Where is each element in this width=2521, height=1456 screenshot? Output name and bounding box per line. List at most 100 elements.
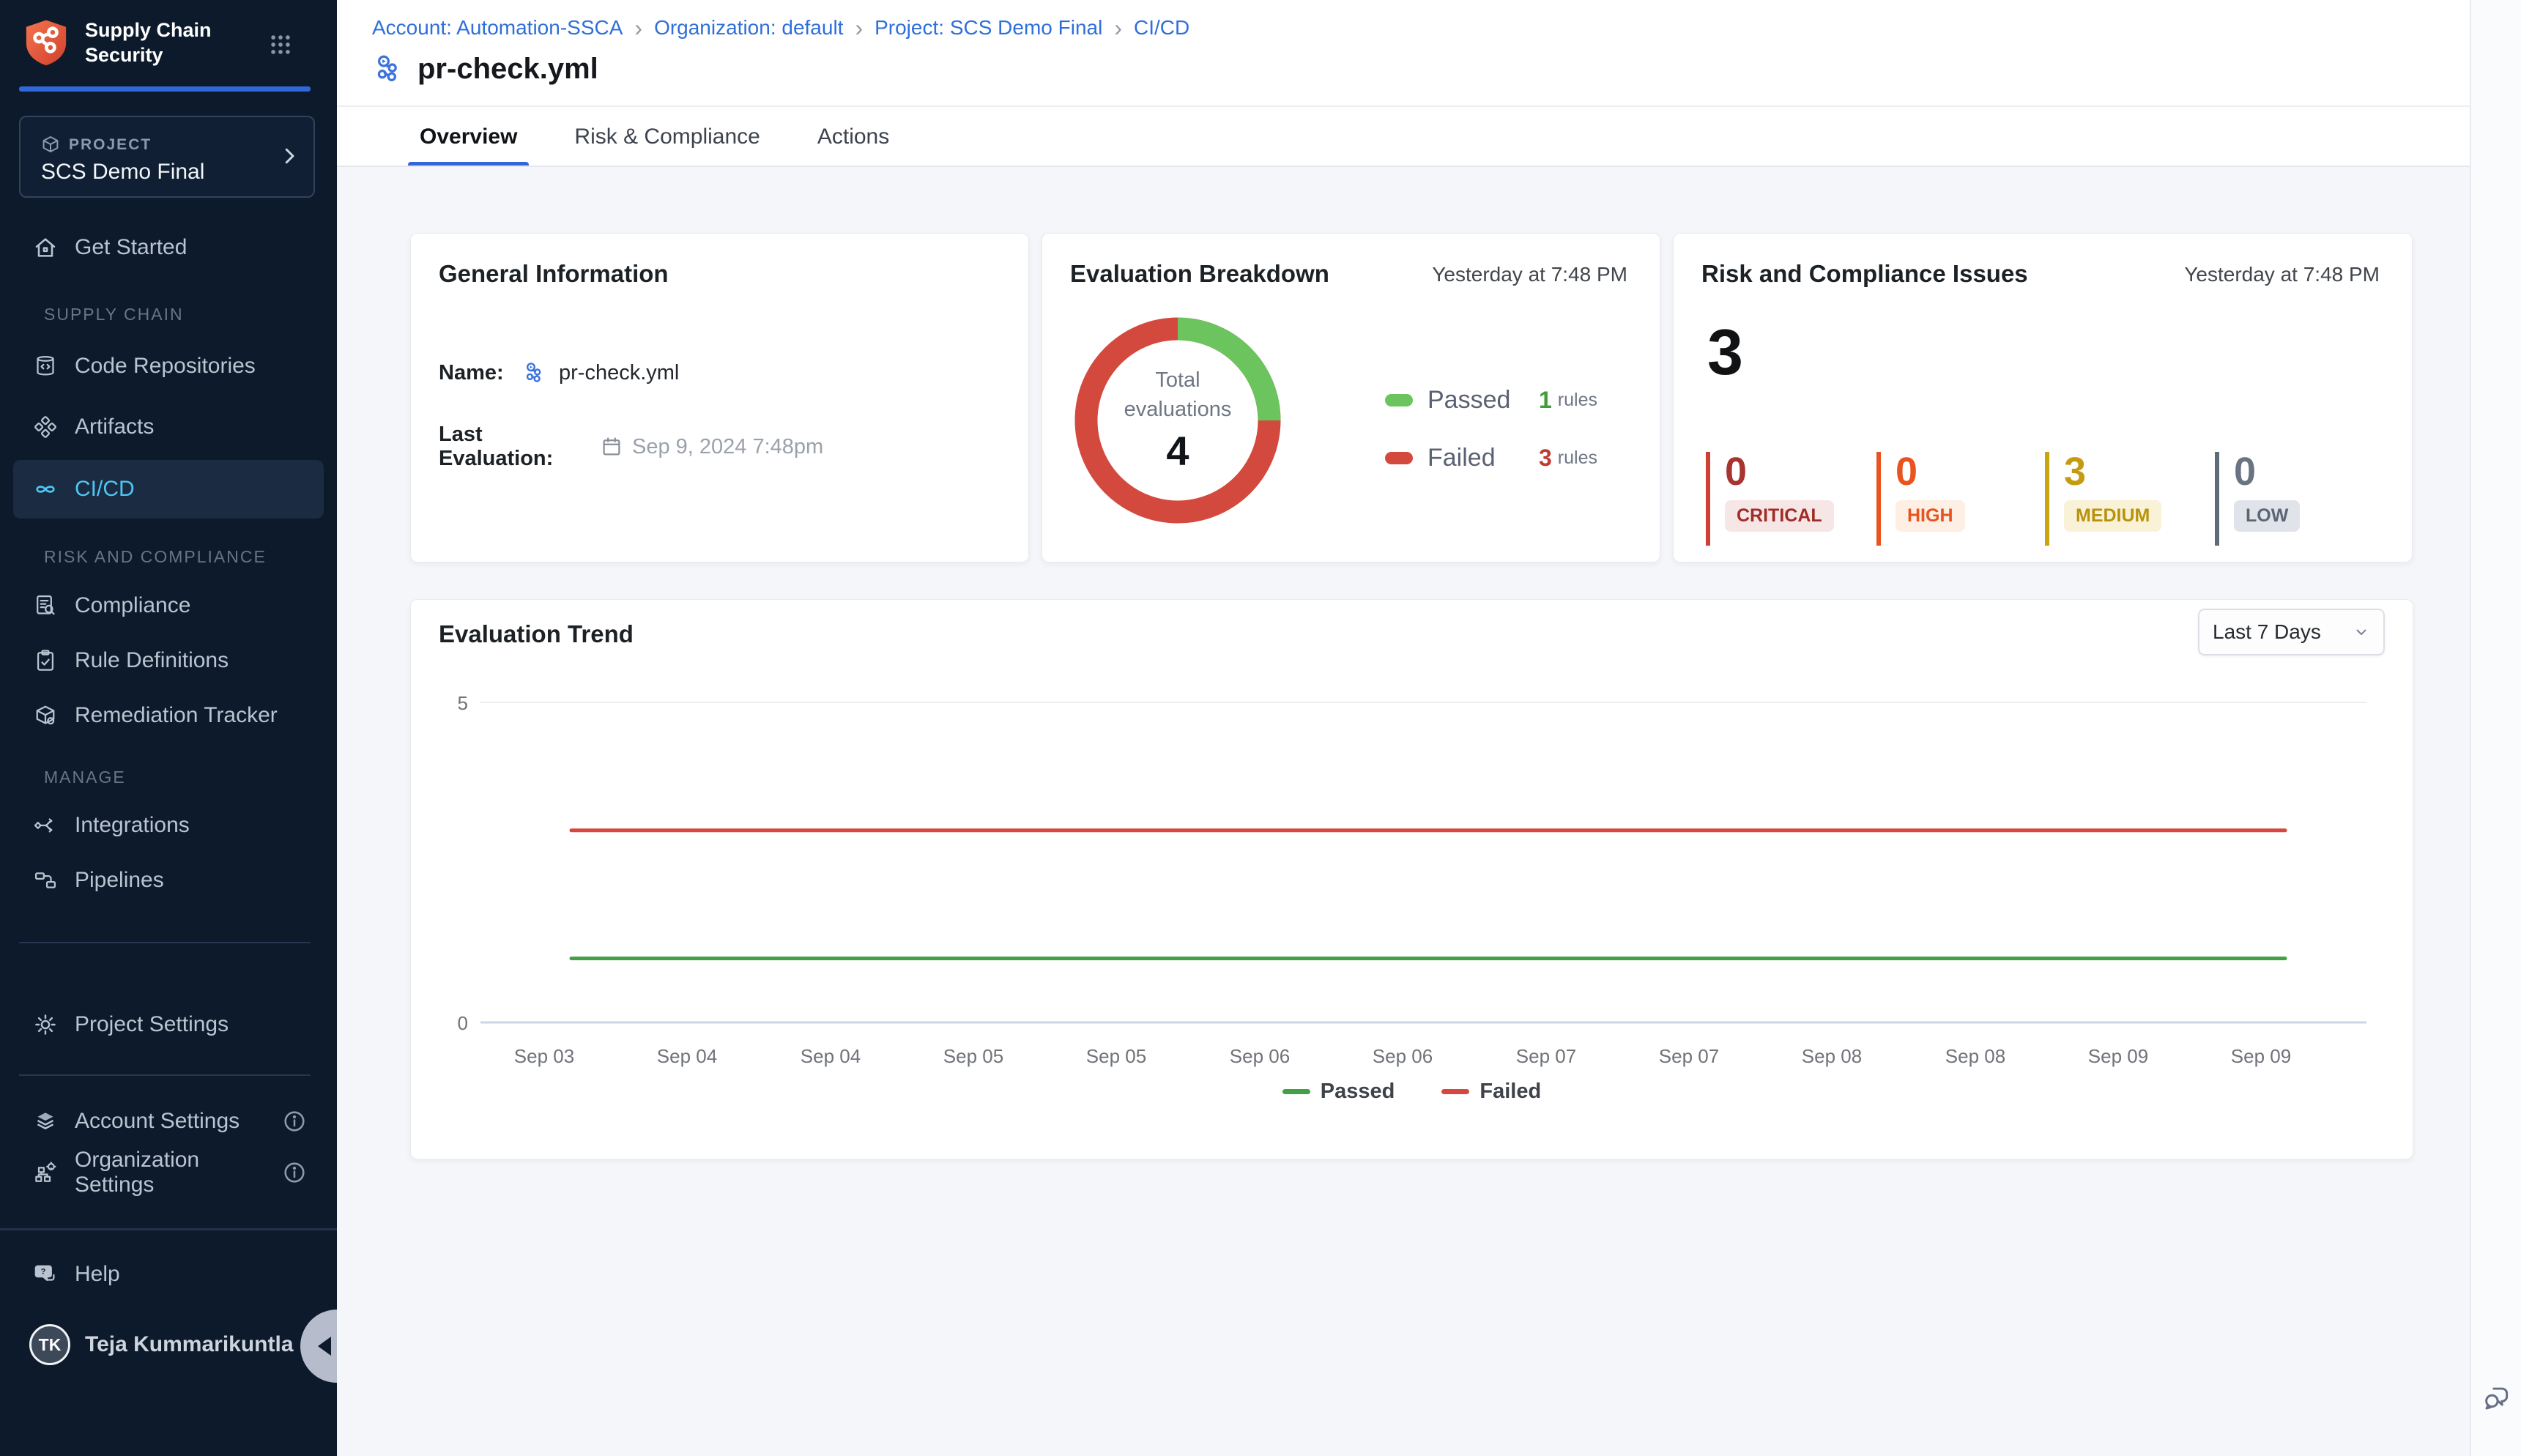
avatar: TK	[29, 1324, 70, 1365]
module-accent-line	[19, 86, 311, 92]
card-timestamp: Yesterday at 7:48 PM	[1432, 263, 1627, 286]
severity-critical: 0 CRITICAL	[1706, 452, 1834, 546]
legend-unit: rules	[1558, 447, 1597, 469]
breadcrumb-separator: ›	[623, 16, 654, 40]
project-selector[interactable]: PROJECT SCS Demo Final	[19, 116, 315, 198]
sidebar-item-cicd[interactable]: CI/CD	[13, 460, 324, 519]
main-area: Account: Automation-SSCA › Organization:…	[337, 0, 2470, 1456]
card-title: Risk and Compliance Issues	[1701, 260, 2028, 288]
x-axis-tick-label: Sep 05	[1086, 1045, 1146, 1067]
x-axis-tick-label: Sep 08	[1945, 1045, 2005, 1067]
time-range-select[interactable]: Last 7 Days	[2198, 609, 2385, 655]
sidebar-item-code-repositories[interactable]: Code Repositories	[13, 337, 324, 395]
evaluation-trend-card: Evaluation Trend Last 7 Days 5 0 Sep 03 …	[410, 599, 2413, 1159]
sidebar-item-organization-settings[interactable]: Organization Settings	[13, 1143, 324, 1202]
help-chat-icon: ?	[32, 1261, 59, 1288]
tab-risk-and-compliance[interactable]: Risk & Compliance	[563, 107, 771, 167]
legend-label: Passed	[1321, 1080, 1395, 1104]
sidebar-item-pipelines[interactable]: Pipelines	[13, 851, 324, 910]
legend-label: Failed	[1479, 1080, 1541, 1104]
sidebar-item-help[interactable]: ? Help	[13, 1245, 324, 1304]
breadcrumb-cicd[interactable]: CI/CD	[1134, 16, 1189, 40]
sidebar-item-artifacts[interactable]: Artifacts	[13, 398, 324, 456]
sidebar-footer-divider	[0, 1228, 337, 1230]
general-information-card: General Information Name: pr-check.yml L…	[410, 233, 1029, 562]
svg-text:?: ?	[41, 1267, 46, 1276]
sidebar-item-get-started[interactable]: Get Started	[13, 218, 324, 277]
severity-count: 3	[2064, 452, 2161, 491]
breadcrumb-account[interactable]: Account: Automation-SSCA	[372, 16, 623, 40]
chat-support-icon[interactable]	[2481, 1383, 2512, 1414]
severity-badge: CRITICAL	[1725, 500, 1834, 532]
gear-icon	[32, 1011, 59, 1038]
tab-overview[interactable]: Overview	[408, 107, 529, 167]
x-axis-tick-label: Sep 09	[2088, 1045, 2148, 1067]
pipelines-icon	[32, 867, 59, 894]
breadcrumb-separator: ›	[843, 16, 875, 40]
breadcrumb: Account: Automation-SSCA › Organization:…	[372, 16, 1189, 40]
sidebar-section-supply-chain: SUPPLY CHAIN	[44, 305, 184, 327]
sidebar-divider	[19, 942, 311, 943]
sidebar-item-rule-definitions[interactable]: Rule Definitions	[13, 631, 324, 690]
passed-line-swatch	[1282, 1089, 1310, 1094]
severity-count: 0	[2234, 452, 2300, 491]
x-axis-tick-label: Sep 04	[801, 1045, 861, 1067]
artifacts-icon	[32, 414, 59, 440]
total-evaluations-value: 4	[1166, 427, 1189, 475]
pipeline-file-icon	[372, 51, 407, 86]
total-evaluations-label: Total evaluations	[1115, 366, 1240, 423]
cicd-infinity-icon	[32, 476, 59, 502]
x-axis-tick-label: Sep 09	[2231, 1045, 2291, 1067]
chevron-down-icon	[2353, 623, 2370, 641]
card-title: General Information	[439, 260, 669, 288]
severity-count: 0	[1896, 452, 1965, 491]
app-switcher-grid-icon[interactable]	[268, 32, 293, 57]
sidebar-item-compliance[interactable]: Compliance	[13, 576, 324, 635]
sidebar-item-account-settings[interactable]: Account Settings	[13, 1092, 324, 1151]
info-icon[interactable]	[281, 1159, 308, 1186]
severity-high: 0 HIGH	[1876, 452, 1965, 546]
info-icon[interactable]	[281, 1108, 308, 1134]
severity-badge: MEDIUM	[2064, 500, 2161, 532]
evaluation-trend-line-chart: 5 0 Sep 03 Sep 04 Sep 04 Sep 05 Sep 05 S…	[411, 673, 2414, 1083]
pipeline-name-value: pr-check.yml	[522, 360, 679, 386]
breadcrumb-organization[interactable]: Organization: default	[654, 16, 843, 40]
tab-actions[interactable]: Actions	[806, 107, 901, 167]
passed-color-pill	[1385, 394, 1413, 406]
tab-bar: Overview Risk & Compliance Actions	[408, 107, 901, 167]
integrations-icon	[32, 812, 59, 839]
sidebar-item-project-settings[interactable]: Project Settings	[13, 995, 324, 1054]
failed-line-swatch	[1441, 1089, 1469, 1094]
breadcrumb-project[interactable]: Project: SCS Demo Final	[875, 16, 1102, 40]
legend-item-passed: Passed 1 rules	[1385, 386, 1597, 415]
legend-item-passed: Passed	[1282, 1080, 1395, 1104]
legend-label: Passed	[1427, 386, 1539, 415]
page-title: pr-check.yml	[417, 53, 598, 86]
shield-logo-icon	[19, 15, 73, 72]
failed-count: 3	[1539, 445, 1552, 472]
last-evaluation-label: Last Evaluation:	[439, 423, 600, 471]
sidebar-item-label: Get Started	[75, 235, 187, 260]
card-title: Evaluation Breakdown	[1070, 260, 1329, 288]
project-cube-icon	[40, 133, 62, 155]
sidebar: Supply Chain Security PROJECT SCS Demo F…	[0, 0, 337, 1456]
project-label: PROJECT	[69, 136, 152, 154]
risk-and-compliance-issues-card: Risk and Compliance Issues Yesterday at …	[1673, 233, 2413, 562]
name-label: Name:	[439, 361, 522, 385]
sidebar-item-integrations[interactable]: Integrations	[13, 796, 324, 855]
app-logo: Supply Chain Security	[19, 15, 268, 72]
sidebar-item-remediation-tracker[interactable]: Remediation Tracker	[13, 686, 324, 745]
sidebar-item-label: Artifacts	[75, 415, 154, 439]
time-range-value: Last 7 Days	[2213, 620, 2321, 644]
chevron-right-icon	[278, 145, 300, 167]
home-icon	[32, 234, 59, 261]
sidebar-item-label: Account Settings	[75, 1109, 240, 1134]
donut-legend: Passed 1 rules Failed 3 rules	[1385, 386, 1597, 502]
x-axis-tick-label: Sep 03	[514, 1045, 574, 1067]
sidebar-item-label: Remediation Tracker	[75, 703, 278, 728]
sidebar-item-label: Compliance	[75, 593, 190, 618]
last-evaluation-row: Last Evaluation: Sep 9, 2024 7:48pm	[439, 423, 823, 471]
user-name: Teja Kummarikuntla	[85, 1332, 294, 1357]
product-name: Supply Chain Security	[85, 18, 224, 68]
user-menu[interactable]: TK Teja Kummarikuntla	[13, 1315, 324, 1374]
